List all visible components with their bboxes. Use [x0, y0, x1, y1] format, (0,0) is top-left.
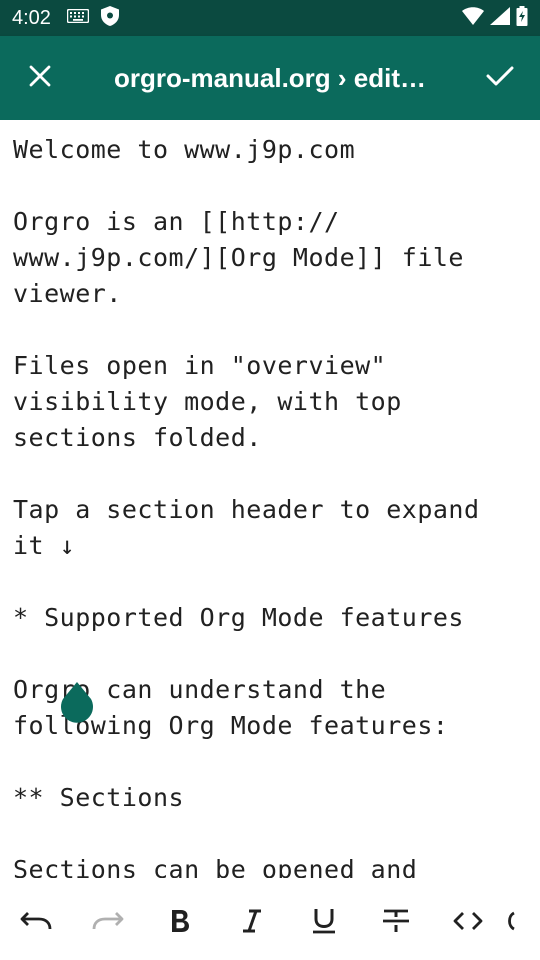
page-title: orgro-manual.org › edit… — [114, 62, 426, 93]
undo-icon — [19, 910, 53, 937]
redo-button[interactable] — [72, 893, 144, 953]
status-time: 4:02 — [12, 6, 51, 29]
strikethrough-button[interactable] — [360, 893, 432, 953]
wifi-icon — [462, 6, 484, 30]
bold-icon — [169, 908, 191, 939]
close-icon — [29, 65, 51, 92]
text-editor[interactable]: Welcome to www.j9p.com Orgro is an [[htt… — [0, 120, 540, 878]
keyboard-icon — [66, 8, 90, 28]
save-button[interactable] — [472, 50, 528, 106]
text-cursor-handle[interactable] — [60, 682, 94, 724]
code-icon — [452, 910, 484, 937]
code-button[interactable] — [432, 893, 504, 953]
cell-signal-icon — [490, 6, 510, 30]
battery-charging-icon — [516, 5, 528, 31]
bold-button[interactable] — [144, 893, 216, 953]
status-bar: 4:02 — [0, 0, 540, 36]
app-bar: orgro-manual.org › edit… — [0, 36, 540, 120]
italic-icon — [241, 908, 263, 939]
editor-content[interactable]: Welcome to www.j9p.com Orgro is an [[htt… — [13, 132, 528, 878]
redo-icon — [91, 910, 125, 937]
more-format-button[interactable] — [504, 893, 524, 953]
undo-button[interactable] — [0, 893, 72, 953]
partial-icon — [504, 910, 516, 937]
underline-icon — [312, 907, 336, 940]
shield-icon — [100, 5, 119, 31]
formatting-toolbar — [0, 886, 540, 960]
underline-button[interactable] — [288, 893, 360, 953]
close-button[interactable] — [12, 50, 68, 106]
check-icon — [486, 65, 514, 92]
italic-button[interactable] — [216, 893, 288, 953]
strikethrough-icon — [382, 908, 410, 939]
